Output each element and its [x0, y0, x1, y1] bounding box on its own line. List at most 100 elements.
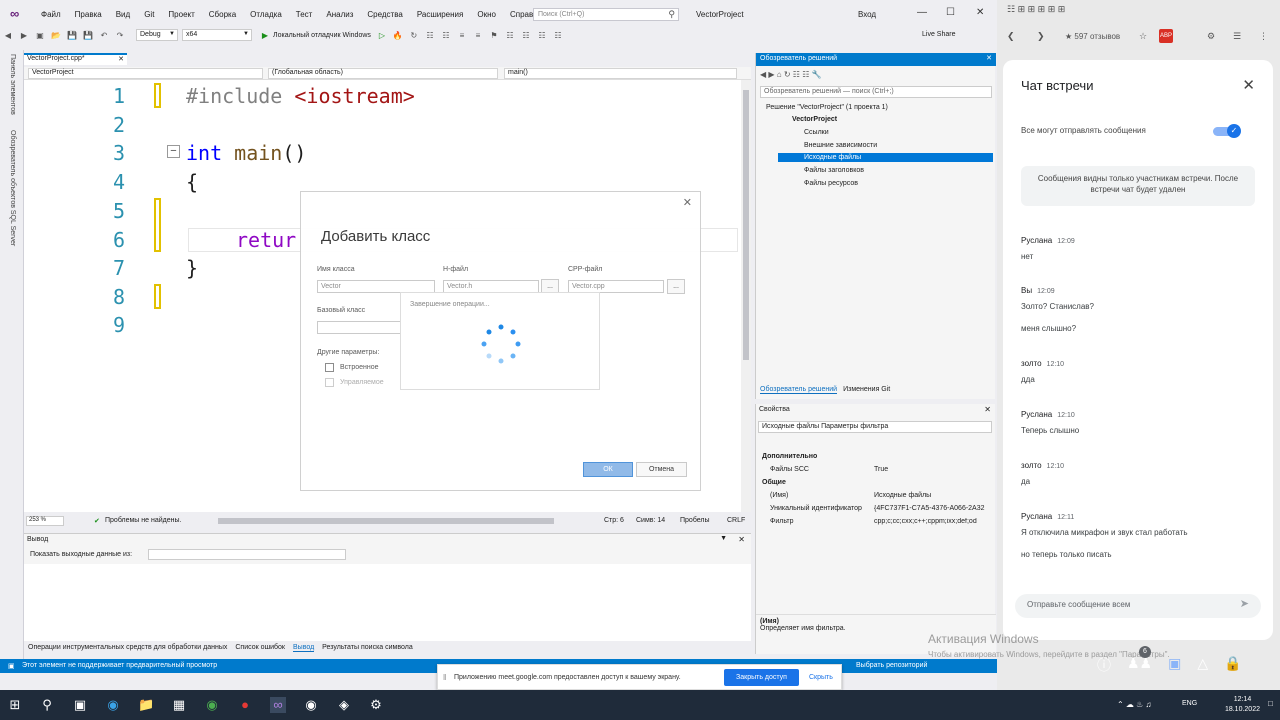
explorer-icon[interactable]: 📁	[138, 697, 154, 713]
select-repo-button[interactable]: Выбрать репозиторий	[856, 662, 927, 669]
minimize-icon[interactable]: —	[917, 7, 927, 18]
properties-object-combo[interactable]: Исходные файлы Параметры фильтра	[758, 421, 992, 433]
undo-icon[interactable]: ↶	[99, 31, 109, 40]
tab-git-changes[interactable]: Изменения Git	[843, 386, 890, 394]
tree-item-external-deps[interactable]: Внешние зависимости	[804, 142, 877, 149]
zoom-combo[interactable]: 253 %	[26, 516, 64, 526]
menu-extensions[interactable]: Расширения	[410, 10, 471, 19]
yandex-icon[interactable]: ●	[237, 697, 253, 713]
menu-debug[interactable]: Отладка	[243, 10, 289, 19]
menu-tools[interactable]: Средства	[360, 10, 409, 19]
project-combo[interactable]: VectorProject	[28, 68, 263, 79]
chrome-icon[interactable]: ◉	[204, 697, 220, 713]
close-icon[interactable]: ✕	[683, 196, 692, 209]
toolbar-icon[interactable]: ≡	[457, 31, 467, 40]
app-icon[interactable]: ⚙	[368, 697, 384, 713]
vs-search-input[interactable]: Поиск (Ctrl+Q) ⚲	[533, 8, 679, 21]
tab-data-tools[interactable]: Операции инструментальных средств для об…	[28, 644, 227, 651]
menu-edit[interactable]: Правка	[68, 10, 109, 19]
extension-icon[interactable]: ☰	[1233, 31, 1241, 42]
close-icon[interactable]: ✕	[986, 54, 992, 62]
stop-sharing-button[interactable]: Закрыть доступ	[724, 669, 799, 686]
maximize-icon[interactable]: ☐	[946, 7, 955, 18]
tray-icons[interactable]: ⌃ ☁ ♨ ♫	[1117, 700, 1152, 709]
save-all-icon[interactable]: 💾	[83, 31, 93, 40]
language-indicator[interactable]: ENG	[1182, 700, 1197, 707]
prop-value[interactable]: Исходные файлы	[874, 492, 931, 499]
tab-symbol-results[interactable]: Результаты поиска символа	[322, 644, 413, 651]
tree-item-project[interactable]: VectorProject	[792, 116, 837, 123]
clock[interactable]: 12:14 18.10.2022	[1225, 695, 1260, 715]
search-icon[interactable]: ⚲	[39, 697, 55, 713]
tree-item-solution[interactable]: Решение "VectorProject" (1 проекта 1)	[766, 104, 888, 111]
editor-vertical-scrollbar[interactable]	[741, 80, 751, 512]
prop-value[interactable]: True	[874, 466, 888, 473]
scroll-thumb[interactable]	[743, 90, 749, 360]
close-icon[interactable]: ✕	[738, 535, 745, 544]
show-files-icon[interactable]: ☷	[802, 70, 809, 79]
toolbar-icon[interactable]: ☷	[441, 31, 451, 40]
store-icon[interactable]: ▦	[171, 697, 187, 713]
run-without-debug-icon[interactable]: ▷	[377, 31, 387, 40]
tree-item-header-files[interactable]: Файлы заголовков	[804, 167, 864, 174]
back-icon[interactable]: ❮	[1007, 31, 1015, 42]
browser-icon[interactable]: ☷ ⊞ ⊞ ⊞ ⊞ ⊞	[1007, 4, 1065, 15]
toolbar-icon[interactable]: ≡	[473, 31, 483, 40]
info-icon[interactable]: ⓘ	[1097, 655, 1111, 675]
toolbar-icon[interactable]: ☷	[425, 31, 435, 40]
people-icon[interactable]: ♟♟ 6	[1127, 646, 1152, 675]
yandex-browser-icon[interactable]: ◉	[303, 697, 319, 713]
activities-icon[interactable]: △	[1197, 655, 1208, 675]
task-view-icon[interactable]: ▣	[72, 697, 88, 713]
collapse-all-icon[interactable]: ☷	[793, 70, 800, 79]
horizontal-scroll-thumb[interactable]	[218, 518, 554, 524]
home-icon[interactable]: ⌂	[777, 70, 782, 79]
toolbar-icon[interactable]: ↻	[409, 31, 419, 40]
tree-item-references[interactable]: Ссылки	[804, 129, 829, 136]
output-text-area[interactable]	[24, 564, 751, 641]
save-icon[interactable]: 💾	[67, 31, 77, 40]
base-class-input[interactable]	[317, 321, 403, 334]
menu-window[interactable]: Окно	[470, 10, 503, 19]
menu-project[interactable]: Проект	[161, 10, 201, 19]
chat-icon[interactable]: ▣	[1168, 655, 1181, 675]
managed-checkbox[interactable]	[325, 378, 334, 387]
toolbar-icon[interactable]: ☷	[505, 31, 515, 40]
new-item-icon[interactable]: ▣	[35, 31, 45, 40]
member-combo[interactable]: main()	[504, 68, 737, 79]
bookmark-icon[interactable]: ☆	[1139, 31, 1147, 42]
send-icon[interactable]: ➤	[1240, 597, 1249, 610]
visual-studio-icon[interactable]: ∞	[270, 697, 286, 713]
debugger-button[interactable]: Локальный отладчик Windows	[273, 32, 371, 39]
tree-item-resource-files[interactable]: Файлы ресурсов	[804, 180, 858, 187]
document-tab[interactable]: VectorProject.cpp* ✕	[24, 53, 127, 65]
menu-git[interactable]: Git	[137, 10, 161, 19]
toolbar-icon[interactable]: ☷	[553, 31, 563, 40]
sync-icon[interactable]: ↻	[784, 70, 791, 79]
adblock-icon[interactable]: ABP	[1159, 29, 1173, 43]
host-controls-icon[interactable]: 🔒	[1224, 655, 1241, 675]
problems-status[interactable]: Проблемы не найдены.	[105, 517, 181, 524]
collapse-icon[interactable]: −	[167, 145, 180, 158]
hot-reload-icon[interactable]: 🔥	[393, 31, 403, 40]
back-icon[interactable]: ◀	[3, 31, 13, 40]
allow-messages-toggle[interactable]: ✓	[1213, 124, 1241, 138]
bookmark-icon[interactable]: ⚑	[489, 31, 499, 40]
cpp-file-browse-button[interactable]: ...	[667, 279, 685, 294]
menu-build[interactable]: Сборка	[202, 10, 243, 19]
toolbar-icon[interactable]: ☷	[521, 31, 531, 40]
tab-output[interactable]: Вывод	[293, 644, 315, 652]
toolbox-tab[interactable]: Панель элементов	[9, 54, 16, 115]
forward-icon[interactable]: ▶	[19, 31, 29, 40]
pin-icon[interactable]: ▼	[720, 535, 727, 542]
hide-share-bar-button[interactable]: Скрыть	[809, 674, 833, 681]
windows-start-icon[interactable]: ⊞	[7, 697, 23, 713]
extension-icon[interactable]: ⚙	[1207, 31, 1215, 42]
close-tab-icon[interactable]: ✕	[118, 55, 124, 63]
cancel-button[interactable]: Отмена	[636, 462, 687, 477]
close-icon[interactable]: ✕	[976, 7, 984, 18]
chat-message-input[interactable]: Отправьте сообщение всем ➤	[1015, 594, 1261, 618]
menu-analyze[interactable]: Анализ	[319, 10, 360, 19]
solution-search-input[interactable]: Обозреватель решений — поиск (Ctrl+;)	[760, 86, 992, 98]
prop-value[interactable]: cpp;c;cc;cxx;c++;cppm;ixx;def;od	[874, 518, 992, 525]
